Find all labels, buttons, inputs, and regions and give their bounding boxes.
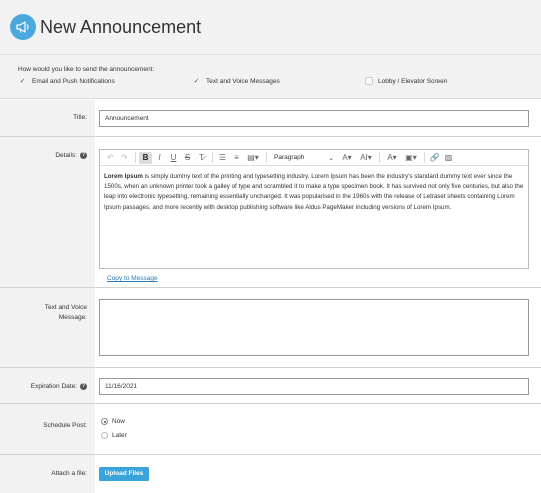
radio-later[interactable]: Later	[101, 432, 127, 439]
voice-message-label-line2: Message:	[58, 314, 87, 321]
checkbox-empty[interactable]	[365, 77, 373, 85]
expiration-label: Expiration Date:	[30, 383, 77, 391]
radio-label: Now	[112, 418, 126, 425]
help-icon[interactable]: ?	[80, 152, 87, 159]
checkmark-icon[interactable]: ✓	[192, 77, 201, 86]
option-label: Text and Voice Messages	[206, 78, 280, 85]
option-lobby-screen[interactable]: Lobby / Elevator Screen	[365, 77, 447, 85]
option-text-voice[interactable]: ✓ Text and Voice Messages	[192, 77, 280, 86]
toolbar-divider	[266, 152, 267, 163]
toolbar-divider	[424, 152, 425, 163]
schedule-row: Schedule Post: Now Later	[0, 404, 541, 455]
page-title: New Announcement	[40, 17, 202, 37]
attach-label: Attach a file:	[51, 470, 87, 477]
attach-row: Attach a file: Upload Files	[0, 455, 541, 493]
strikethrough-icon[interactable]: S	[181, 152, 194, 164]
option-label: Lobby / Elevator Screen	[378, 77, 448, 85]
send-method-section: How would you like to send the announcem…	[0, 54, 541, 99]
font-family-icon[interactable]: A▾	[338, 152, 356, 164]
underline-icon[interactable]: U	[167, 152, 180, 164]
radio-selected[interactable]	[101, 418, 108, 425]
undo-icon[interactable]: ↶	[104, 152, 117, 164]
toolbar-divider	[135, 152, 136, 163]
schedule-label: Schedule Post:	[43, 422, 87, 429]
bullet-list-icon[interactable]: ☰	[216, 152, 229, 164]
redo-icon[interactable]: ↷	[118, 152, 131, 164]
align-dropdown-icon[interactable]: ▤▾	[244, 152, 262, 164]
upload-files-button[interactable]: Upload Files	[99, 467, 149, 481]
font-size-icon[interactable]: AI▾	[357, 152, 375, 164]
paragraph-select-label: Paragraph	[274, 153, 305, 161]
details-label: Details:	[55, 152, 77, 160]
title-input[interactable]: Announcement	[99, 110, 529, 127]
voice-message-textarea[interactable]	[99, 299, 529, 356]
clear-format-icon[interactable]: T̷	[195, 152, 208, 164]
editor-bold-text: Lorem Ipsum	[104, 173, 143, 180]
font-color-icon[interactable]: A▾	[383, 152, 401, 164]
editor-toolbar: ↶ ↷ B I U S T̷ ☰ ≡ ▤▾ Paragraph ⌄ A▾ AI▾ …	[100, 150, 528, 166]
voice-message-label-line1: Text and Voice	[44, 304, 87, 311]
megaphone-icon	[10, 14, 36, 40]
voice-message-row: Text and Voice Message:	[0, 288, 541, 368]
paragraph-select[interactable]: Paragraph ⌄	[270, 154, 338, 162]
radio-label: Later	[112, 432, 127, 439]
option-label: Email and Push Notifications	[32, 78, 115, 85]
voice-message-label: Text and Voice Message:	[45, 303, 87, 323]
link-icon[interactable]: 🔗	[428, 152, 441, 164]
option-email-push[interactable]: ✓ Email and Push Notifications	[18, 77, 115, 86]
help-icon[interactable]: ?	[80, 383, 87, 390]
rich-text-editor[interactable]: ↶ ↷ B I U S T̷ ☰ ≡ ▤▾ Paragraph ⌄ A▾ AI▾ …	[99, 149, 529, 269]
italic-icon[interactable]: I	[153, 152, 166, 164]
image-icon[interactable]: ▨	[442, 152, 455, 164]
expiration-row: Expiration Date:? 11/16/2021	[0, 368, 541, 404]
send-method-question: How would you like to send the announcem…	[18, 66, 155, 73]
numbered-list-icon[interactable]: ≡	[230, 152, 243, 164]
copy-to-message-link[interactable]: Copy to Message	[107, 275, 158, 282]
title-label: Title:	[73, 114, 87, 121]
expiration-date-input[interactable]: 11/16/2021	[99, 378, 529, 395]
expiration-label-wrap: Expiration Date:?	[31, 383, 87, 390]
checkmark-icon[interactable]: ✓	[18, 77, 27, 86]
title-row: Title: Announcement	[0, 100, 541, 137]
toolbar-divider	[212, 152, 213, 163]
radio-unselected[interactable]	[101, 432, 108, 439]
chevron-down-icon: ⌄	[328, 154, 334, 162]
bold-icon[interactable]: B	[139, 151, 152, 164]
page-header: New Announcement	[0, 0, 541, 54]
details-label-wrap: Details:?	[55, 152, 87, 159]
toolbar-divider	[379, 152, 380, 163]
radio-now[interactable]: Now	[101, 418, 125, 425]
editor-content[interactable]: Lorem Ipsum is simply dummy text of the …	[104, 172, 524, 213]
details-row: Details:? ↶ ↷ B I U S T̷ ☰ ≡ ▤▾ Paragrap…	[0, 137, 541, 288]
highlight-color-icon[interactable]: ▣▾	[402, 152, 420, 164]
editor-text: is simply dummy text of the printing and…	[104, 173, 524, 211]
